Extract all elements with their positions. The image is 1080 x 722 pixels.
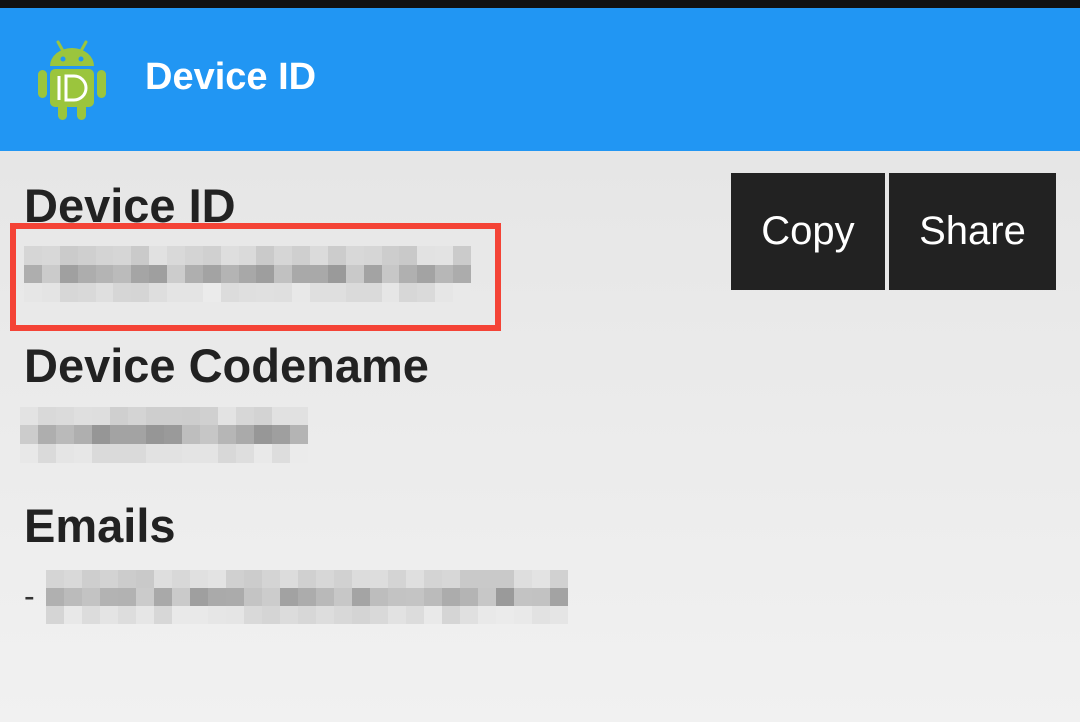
device-codename-value-redacted [20, 407, 308, 463]
highlight-box [10, 223, 501, 331]
email-value-redacted [46, 570, 568, 624]
status-bar [0, 0, 1080, 8]
device-codename-label: Device Codename [24, 339, 429, 392]
email-bullet: - [24, 578, 35, 614]
copy-button[interactable]: Copy [731, 173, 885, 290]
app-title: Device ID [145, 56, 317, 98]
emails-label: Emails [24, 499, 176, 552]
app-bar: Device ID [0, 8, 1080, 151]
android-id-icon [38, 40, 106, 120]
share-button[interactable]: Share [889, 173, 1056, 290]
